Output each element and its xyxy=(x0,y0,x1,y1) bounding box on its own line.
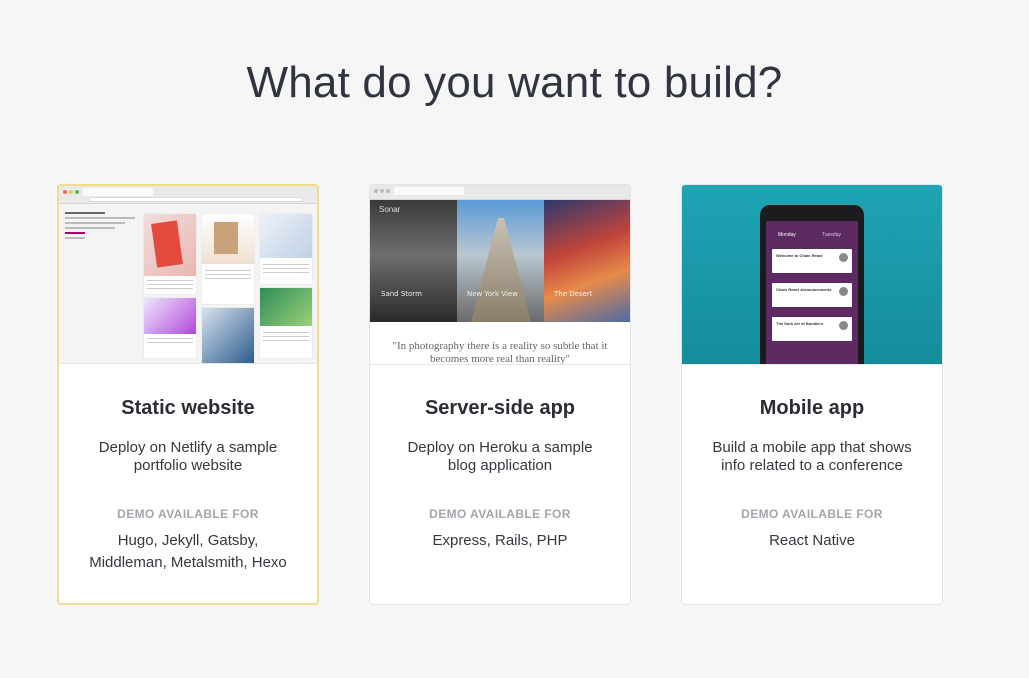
browser-chrome xyxy=(59,186,317,204)
demo-available-label: DEMO AVAILABLE FOR xyxy=(429,507,571,521)
card-title: Server-side app xyxy=(424,397,576,419)
speaker-avatar xyxy=(839,321,848,330)
demo-frameworks: Hugo, Jekyll, Gatsby, Middleman, Metalsm… xyxy=(89,532,287,571)
card-description: Deploy on Heroku a sample blog applicati… xyxy=(407,439,593,474)
tab-monday: Monday xyxy=(778,232,796,238)
card-title: Static website xyxy=(121,397,255,419)
demo-frameworks: React Native xyxy=(769,532,855,549)
card-mobile-app[interactable]: Monday Tuesday Welcome to Chain React Ch… xyxy=(681,184,943,605)
demo-available-label: DEMO AVAILABLE FOR xyxy=(117,507,259,521)
demo-available-label: DEMO AVAILABLE FOR xyxy=(741,507,883,521)
photo-quote: "In photography there is a reality so su… xyxy=(392,340,608,365)
card-title: Mobile app xyxy=(759,397,865,419)
mobile-app-thumbnail: Monday Tuesday Welcome to Chain React Ch… xyxy=(682,185,942,365)
static-website-thumbnail xyxy=(59,186,317,364)
demo-frameworks: Express, Rails, PHP xyxy=(432,532,568,549)
card-description: Build a mobile app that shows info relat… xyxy=(712,439,912,474)
card-server-side-app[interactable]: Sonar Sand Storm New York View The Deser… xyxy=(369,184,631,605)
tab-tuesday: Tuesday xyxy=(822,232,841,238)
speaker-avatar xyxy=(839,253,848,262)
caption-the-desert: The Desert xyxy=(554,290,593,298)
sonar-brand: Sonar xyxy=(379,205,401,214)
browser-chrome xyxy=(370,185,630,200)
card-description: Deploy on Netlify a sample portfolio web… xyxy=(98,439,278,474)
talk-title: The Dark Art of Bundlers xyxy=(776,321,824,326)
server-side-app-thumbnail: Sonar Sand Storm New York View The Deser… xyxy=(370,185,630,365)
caption-new-york-view: New York View xyxy=(467,290,518,298)
page-title: What do you want to build? xyxy=(246,58,783,107)
phone-mockup: Monday Tuesday Welcome to Chain React Ch… xyxy=(760,205,864,364)
speaker-avatar xyxy=(839,287,848,296)
talk-title: Welcome to Chain React xyxy=(776,253,823,258)
caption-sand-storm: Sand Storm xyxy=(381,290,422,298)
talk-title: Chain React Announcements xyxy=(776,287,832,292)
card-static-website[interactable]: Static website Deploy on Netlify a sampl… xyxy=(57,184,319,605)
